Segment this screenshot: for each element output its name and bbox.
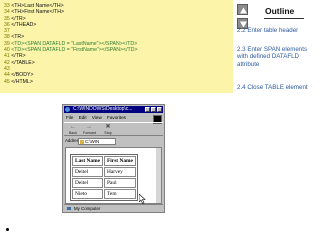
table-cell: Paul bbox=[104, 178, 136, 188]
menu-favorites[interactable]: Favorites bbox=[107, 115, 126, 120]
address-bar: Address C:\WIN bbox=[64, 137, 163, 146]
browser-content: Last Name First Name Deitel Harvey Deite… bbox=[65, 147, 162, 204]
table-row: Deitel Paul bbox=[72, 178, 136, 188]
address-input[interactable]: C:\WIN bbox=[78, 138, 116, 145]
back-button[interactable]: ← Back bbox=[67, 124, 79, 136]
outline-divider bbox=[264, 18, 304, 19]
line-number: 33 bbox=[4, 3, 10, 9]
outline-item[interactable]: 2.2 Enter table header bbox=[237, 27, 317, 34]
browser-title-bar: C:\WINDOWS\Desktop\c... bbox=[64, 106, 163, 113]
stop-label: Stop bbox=[104, 131, 112, 135]
outline-panel: Outline 2.2 Enter table header 2.3 Enter… bbox=[233, 0, 320, 240]
stop-icon: ✖ bbox=[105, 124, 111, 130]
mouse-cursor-icon bbox=[139, 194, 146, 204]
line-number: 41 bbox=[4, 53, 10, 60]
close-icon[interactable] bbox=[157, 107, 162, 112]
scroll-up-button[interactable] bbox=[237, 4, 248, 15]
code-text: </TR> bbox=[11, 53, 26, 60]
back-arrow-icon: ← bbox=[70, 124, 76, 130]
menu-edit[interactable]: Edit bbox=[79, 115, 87, 120]
outline-title: Outline bbox=[265, 6, 295, 16]
forward-button[interactable]: → Forward bbox=[83, 124, 97, 136]
table-row: Deitel Harvey bbox=[72, 167, 136, 177]
browser-window-screenshot: C:\WINDOWS\Desktop\c... File Edit View F… bbox=[62, 104, 165, 213]
line-number: 42 bbox=[4, 59, 10, 66]
outline-item[interactable]: 2.4 Close TABLE element bbox=[237, 84, 317, 91]
table-cell: Harvey bbox=[104, 167, 136, 177]
line-number: 36 bbox=[4, 21, 10, 28]
line-number: 40 bbox=[4, 47, 10, 54]
stop-button[interactable]: ✖ Stop bbox=[102, 124, 114, 136]
code-text: </TR> bbox=[11, 15, 26, 22]
name-table: Last Name First Name Deitel Harvey Deite… bbox=[70, 154, 138, 201]
code-text: <TD><SPAN DATAFLD = "FirstName"></SPAN><… bbox=[11, 47, 138, 54]
bullet-dot bbox=[6, 228, 9, 231]
browser-toolbar: ← Back → Forward ✖ Stop bbox=[64, 122, 163, 136]
maximize-icon[interactable] bbox=[151, 107, 156, 112]
line-number: 37 bbox=[4, 28, 10, 35]
table-header-row: Last Name First Name bbox=[72, 156, 136, 166]
table-cell: Deitel bbox=[72, 178, 104, 188]
code-listing: 33 <TH>Last Name</TH> 34 <TH>First Name<… bbox=[4, 3, 137, 85]
code-text: <TR> bbox=[11, 34, 25, 41]
column-header: First Name bbox=[104, 156, 136, 166]
code-text: </HTML> bbox=[11, 78, 33, 85]
table-cell: Nieto bbox=[72, 189, 104, 199]
table-cell: Tem bbox=[104, 189, 136, 199]
line-number: 35 bbox=[4, 15, 10, 22]
browser-title: C:\WINDOWS\Desktop\c... bbox=[73, 106, 133, 112]
code-text: </BODY> bbox=[11, 72, 34, 79]
column-header: Last Name bbox=[72, 156, 104, 166]
ie-icon bbox=[65, 107, 70, 112]
minimize-icon[interactable] bbox=[145, 107, 150, 112]
table-row: Nieto Tem bbox=[72, 189, 136, 199]
code-line: 45 </HTML> bbox=[4, 79, 137, 85]
browser-menu-bar: File Edit View Favorites bbox=[64, 114, 163, 121]
code-text: <TD><SPAN DATAFLD = "LastName"></SPAN></… bbox=[11, 40, 138, 47]
code-panel: 33 <TH>Last Name</TH> 34 <TH>First Name<… bbox=[0, 0, 233, 93]
vertical-scrollbar[interactable] bbox=[156, 148, 161, 203]
forward-label: Forward bbox=[83, 131, 97, 135]
code-text: <TH>First Name</TH> bbox=[11, 9, 64, 16]
line-number: 39 bbox=[4, 40, 10, 47]
line-number: 43 bbox=[4, 65, 10, 72]
line-number: 38 bbox=[4, 34, 10, 41]
outline-item[interactable]: 2.3 Enter SPAN elements with defined DAT… bbox=[237, 46, 317, 68]
forward-arrow-icon: → bbox=[86, 124, 92, 130]
code-text: </TABLE> bbox=[11, 59, 35, 66]
menu-view[interactable]: View bbox=[92, 115, 102, 120]
line-number: 44 bbox=[4, 72, 10, 79]
table-cell: Deitel bbox=[72, 167, 104, 177]
up-triangle-icon bbox=[240, 7, 247, 14]
code-text: </THEAD> bbox=[11, 21, 37, 28]
line-number: 34 bbox=[4, 9, 10, 16]
back-label: Back bbox=[69, 131, 77, 135]
status-bar: My Computer bbox=[64, 204, 163, 211]
menu-file[interactable]: File bbox=[66, 115, 73, 120]
line-number: 45 bbox=[4, 78, 10, 85]
window-buttons bbox=[144, 107, 162, 113]
code-text: <TH>Last Name</TH> bbox=[11, 3, 64, 9]
